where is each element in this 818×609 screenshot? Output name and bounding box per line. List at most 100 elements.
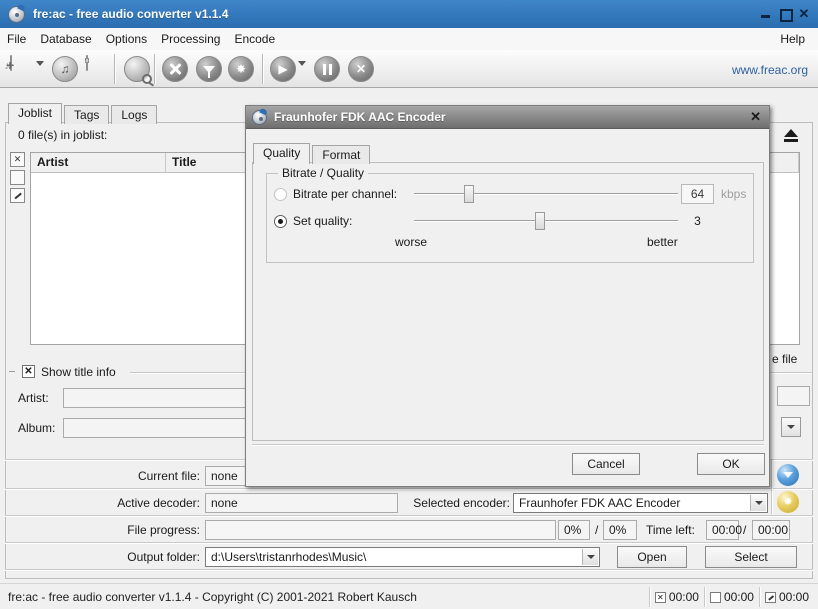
time-unchecked-value: 00:00: [724, 590, 754, 604]
stop-encoding-button[interactable]: ✕: [348, 56, 374, 82]
icons-column-separator: [771, 460, 773, 514]
selected-encoder-dropdown[interactable]: Fraunhofer FDK AAC Encoder: [513, 493, 768, 513]
row-separator: [5, 488, 813, 490]
minimize-icon[interactable]: [760, 8, 772, 20]
current-file-value: none: [211, 469, 238, 483]
bitrate-slider[interactable]: [414, 185, 678, 203]
output-folder-dropdown-icon[interactable]: [582, 549, 598, 565]
freac-main-window: fre:ac - free audio converter v1.1.4 ✕ F…: [0, 0, 818, 609]
output-folder-value: d:\Users\tristanrhodes\Music\: [206, 550, 371, 564]
active-decoder-field: none: [205, 493, 398, 513]
clipped-right-label: e file: [772, 352, 797, 366]
processing-indicator-icon[interactable]: [777, 464, 799, 486]
clear-joblist-button[interactable]: [86, 56, 112, 82]
file-percent-value: 0%: [564, 523, 581, 537]
dialog-close-icon[interactable]: ✕: [750, 109, 761, 125]
menu-processing[interactable]: Processing: [154, 28, 227, 50]
bitrate-radio-row: Bitrate per channel:: [274, 187, 397, 201]
joblist-music-icon[interactable]: ♫: [52, 56, 78, 82]
add-files-button[interactable]: +♪: [10, 56, 36, 82]
bitrate-radio[interactable]: [274, 188, 287, 201]
clipped-right-field[interactable]: [777, 386, 810, 406]
checked-box-icon: ✕: [655, 592, 666, 603]
status-bar: fre:ac - free audio converter v1.1.4 - C…: [0, 583, 818, 609]
show-title-info-label[interactable]: Show title info: [41, 365, 116, 379]
tab-logs[interactable]: Logs: [111, 105, 157, 124]
selected-encoder-dropdown-icon[interactable]: [750, 495, 766, 511]
file-percent-box: 0%: [558, 520, 590, 540]
eject-drive-button[interactable]: [780, 129, 802, 147]
total-percent-box: 0%: [603, 520, 637, 540]
maximize-icon[interactable]: [779, 8, 791, 20]
general-settings-button[interactable]: [162, 56, 188, 82]
window-titlebar: fre:ac - free audio converter v1.1.4 ✕: [0, 0, 818, 28]
quality-radio-row: Set quality:: [274, 214, 352, 228]
toolbar: [0, 50, 818, 88]
menu-file[interactable]: File: [0, 28, 33, 50]
quality-slider[interactable]: [414, 212, 678, 230]
dialog-button-separator: [252, 444, 764, 446]
window-title: fre:ac - free audio converter v1.1.4: [33, 7, 228, 21]
processing-settings-button[interactable]: [196, 56, 222, 82]
file-progress-label: File progress:: [5, 523, 200, 537]
bitrate-slider-thumb[interactable]: [464, 185, 474, 203]
cancel-button[interactable]: Cancel: [572, 453, 640, 475]
active-decoder-label: Active decoder:: [5, 496, 200, 510]
show-title-info-checkbox[interactable]: ✕: [22, 365, 35, 378]
toolbar-separator: [262, 54, 263, 84]
file-progress-bar: [205, 520, 556, 540]
dialog-tab-quality[interactable]: Quality: [253, 143, 310, 164]
title-info-divider: [9, 371, 15, 372]
dialog-tab-format[interactable]: Format: [312, 145, 370, 164]
menu-database[interactable]: Database: [33, 28, 98, 50]
output-folder-dropdown[interactable]: d:\Users\tristanrhodes\Music\: [205, 547, 600, 567]
selected-encoder-label: Selected encoder:: [410, 496, 510, 510]
empty-box-icon: [710, 592, 721, 603]
quality-value-label: 3: [681, 214, 714, 228]
bitrate-label: Bitrate per channel:: [293, 187, 397, 201]
menu-options[interactable]: Options: [99, 28, 154, 50]
start-encoding-dropdown-icon[interactable]: [298, 66, 308, 76]
select-folder-button[interactable]: Select: [705, 546, 797, 568]
column-header-artist[interactable]: Artist: [31, 153, 166, 172]
menu-encode[interactable]: Encode: [227, 28, 282, 50]
clipped-right-dropdown[interactable]: [781, 417, 801, 437]
active-decoder-value: none: [211, 496, 238, 510]
encoder-settings-button[interactable]: ✸: [228, 56, 254, 82]
toggle-selection-button[interactable]: [10, 188, 25, 203]
encoder-config-dialog: Fraunhofer FDK AAC Encoder ✕ Bitrate / Q…: [245, 105, 770, 487]
ok-button[interactable]: OK: [697, 453, 765, 475]
select-all-button[interactable]: ✕: [10, 152, 25, 167]
menu-bar: File Database Options Processing Encode …: [0, 28, 818, 50]
time-left-total-box: 00:00: [752, 520, 790, 540]
joblist-count-text: 0 file(s) in joblist:: [18, 128, 107, 142]
artist-label: Artist:: [18, 391, 49, 405]
tab-joblist[interactable]: Joblist: [8, 103, 62, 124]
add-files-dropdown-icon[interactable]: [36, 66, 46, 76]
bitrate-value-box[interactable]: 64: [681, 184, 714, 204]
cddb-query-button[interactable]: [124, 56, 150, 82]
encoder-indicator-icon[interactable]: ✸: [777, 491, 799, 513]
quality-slider-thumb[interactable]: [535, 212, 545, 230]
toolbar-separator: [114, 54, 115, 84]
quality-radio[interactable]: [274, 215, 287, 228]
pause-encoding-button[interactable]: [314, 56, 340, 82]
freac-app-icon: [8, 6, 25, 23]
menu-help[interactable]: Help: [773, 28, 812, 50]
quality-label: Set quality:: [293, 214, 352, 228]
main-tabs: Joblist Tags Logs: [8, 103, 159, 124]
dialog-titlebar: Fraunhofer FDK AAC Encoder ✕: [246, 106, 769, 129]
open-folder-button[interactable]: Open: [617, 546, 687, 568]
album-label: Album:: [18, 421, 55, 435]
select-none-button[interactable]: [10, 170, 25, 185]
close-icon[interactable]: ✕: [798, 8, 810, 20]
dialog-title: Fraunhofer FDK AAC Encoder: [274, 110, 446, 124]
start-encoding-button[interactable]: ▶: [270, 56, 296, 82]
tab-tags[interactable]: Tags: [64, 105, 109, 124]
time-left-file-value: 00:00: [712, 523, 742, 537]
groupbox-title: Bitrate / Quality: [278, 166, 368, 180]
dialog-app-icon: [252, 110, 267, 125]
freac-website-link[interactable]: www.freac.org: [732, 63, 808, 77]
time-left-file-box: 00:00: [706, 520, 739, 540]
time-total-cell: ✕ 00:00: [649, 587, 704, 607]
